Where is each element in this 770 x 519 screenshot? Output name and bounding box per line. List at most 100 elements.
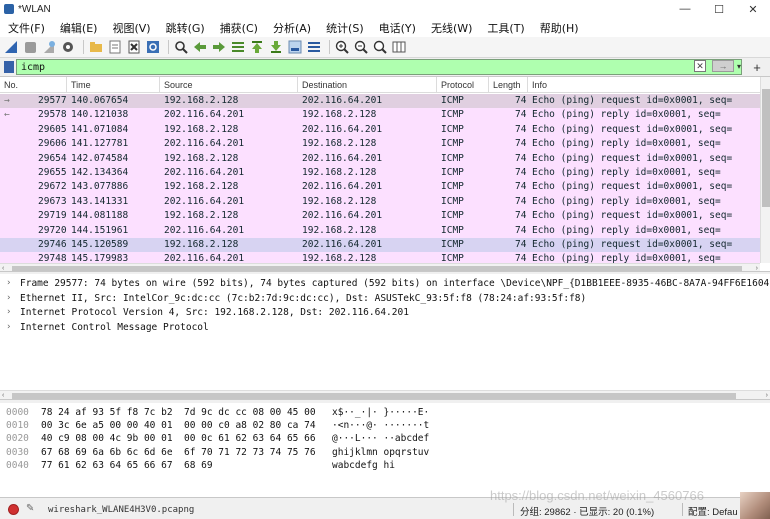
expand-arrow-icon[interactable]: › <box>6 322 11 332</box>
table-row[interactable]: ← 29578 140.121038 202.116.64.201 192.168.2.… <box>0 108 760 123</box>
save-file-icon[interactable] <box>107 39 123 55</box>
scroll-right-icon[interactable]: › <box>766 392 768 399</box>
details-hscrollbar[interactable]: ‹ › <box>0 390 770 399</box>
scroll-thumb[interactable] <box>12 393 736 399</box>
forward-arrow-icon[interactable] <box>211 39 227 55</box>
cell-len: 74 <box>515 138 527 150</box>
table-row[interactable]: 29719 144.081188 192.168.2.128 202.116.64.2… <box>0 209 760 224</box>
menu-wireless[interactable]: 无线(W) <box>427 20 476 36</box>
menu-tools[interactable]: 工具(T) <box>483 20 528 36</box>
menu-statistics[interactable]: 统计(S) <box>322 20 368 36</box>
first-packet-icon[interactable] <box>249 39 265 55</box>
zoom-reset-icon[interactable] <box>372 39 388 55</box>
colorize-icon[interactable] <box>306 39 322 55</box>
bytes-row[interactable]: 0000 78 24 af 93 5f f8 7c b2 7d 9c dc cc… <box>0 406 770 419</box>
cell-no: 29672 <box>38 181 67 193</box>
back-arrow-icon[interactable] <box>192 39 208 55</box>
cell-no: 29577 <box>38 95 67 106</box>
col-source[interactable]: Source <box>164 80 193 90</box>
cell-info: Echo (ping) reply id=0x0001, seq= <box>532 224 721 236</box>
cell-info: Echo (ping) request id=0x0001, seq= <box>532 152 733 164</box>
menu-bar: 文件(F) 编辑(E) 视图(V) 跳转(G) 捕获(C) 分析(A) 统计(S… <box>0 18 770 37</box>
clear-filter-icon[interactable]: ✕ <box>694 60 706 72</box>
table-row[interactable]: 29655 142.134364 202.116.64.201 192.168.2.1… <box>0 166 760 181</box>
goto-icon[interactable] <box>230 39 246 55</box>
table-row[interactable]: 29654 142.074584 192.168.2.128 202.116.64.2… <box>0 151 760 166</box>
packet-list-hscrollbar[interactable]: ‹ › <box>0 263 760 271</box>
detail-frame[interactable]: › Frame 29577: 74 bytes on wire (592 bit… <box>0 277 770 292</box>
scroll-thumb[interactable] <box>762 89 770 207</box>
col-info[interactable]: Info <box>532 80 547 90</box>
menu-view[interactable]: 视图(V) <box>108 20 154 36</box>
cell-info: Echo (ping) request id=0x0001, seq= <box>532 239 733 250</box>
bytes-row[interactable]: 0020 40 c9 08 00 4c 9b 00 01 00 0c 61 62… <box>0 432 770 445</box>
col-length[interactable]: Length <box>493 80 521 90</box>
packet-list[interactable]: No. Time Source Destination Protocol Len… <box>0 76 770 272</box>
autoscroll-icon[interactable] <box>287 39 303 55</box>
options-gear-icon[interactable] <box>60 39 76 55</box>
table-row[interactable]: 29720 144.151961 202.116.64.201 192.168.2.1… <box>0 223 760 238</box>
col-protocol[interactable]: Protocol <box>441 80 474 90</box>
table-row[interactable]: → 29577 140.067654 192.168.2.128 202.116.64.… <box>0 94 760 109</box>
detail-ipv4[interactable]: › Internet Protocol Version 4, Src: 192.… <box>0 306 770 321</box>
minimize-button[interactable]: — <box>668 0 702 18</box>
capture-status-icon[interactable] <box>8 504 19 515</box>
filter-history-dropdown[interactable]: ▾ <box>734 60 744 72</box>
table-row[interactable]: 29606 141.127781 202.116.64.201 192.168.2.1… <box>0 137 760 152</box>
shark-fin-icon[interactable] <box>3 39 19 55</box>
restart-icon[interactable] <box>41 39 57 55</box>
add-filter-button[interactable]: + <box>750 59 764 75</box>
scroll-left-icon[interactable]: ‹ <box>2 265 4 271</box>
cell-proto: ICMP <box>441 210 464 222</box>
menu-capture[interactable]: 捕获(C) <box>216 20 262 36</box>
open-folder-icon[interactable] <box>88 39 104 55</box>
edit-comment-icon[interactable]: ✎ <box>26 503 37 516</box>
stop-icon[interactable] <box>22 39 38 55</box>
cell-no: 29605 <box>38 123 67 135</box>
menu-telephony[interactable]: 电话(Y) <box>375 20 420 36</box>
bookmark-icon[interactable] <box>4 61 14 73</box>
menu-analyze[interactable]: 分析(A) <box>269 20 315 36</box>
toolbar-separator <box>83 40 84 54</box>
packet-list-vscrollbar[interactable] <box>760 77 770 263</box>
maximize-button[interactable]: ☐ <box>702 0 736 18</box>
expand-arrow-icon[interactable]: › <box>6 293 11 303</box>
scroll-left-icon[interactable]: ‹ <box>2 392 4 399</box>
table-row[interactable]: 29672 143.077886 192.168.2.128 202.116.64.2… <box>0 180 760 195</box>
scroll-right-icon[interactable]: › <box>756 265 758 271</box>
apply-filter-button[interactable]: → <box>712 60 734 72</box>
table-row[interactable]: 29746 145.120589 192.168.2.128 202.116.64.2… <box>0 238 760 253</box>
detail-icmp[interactable]: › Internet Control Message Protocol <box>0 321 770 336</box>
packet-bytes[interactable]: 0000 78 24 af 93 5f f8 7c b2 7d 9c dc cc… <box>0 403 770 498</box>
col-time[interactable]: Time <box>71 80 91 90</box>
expand-arrow-icon[interactable]: › <box>6 307 11 317</box>
profile-label[interactable]: 配置: Defau <box>688 504 738 518</box>
zoom-out-icon[interactable] <box>353 39 369 55</box>
resize-columns-icon[interactable] <box>391 39 407 55</box>
zoom-in-icon[interactable] <box>334 39 350 55</box>
table-row[interactable]: 29605 141.071084 192.168.2.128 202.116.64.2… <box>0 122 760 138</box>
close-file-icon[interactable] <box>126 39 142 55</box>
table-row[interactable]: 29673 143.141331 202.116.64.201 192.168.2.1… <box>0 194 760 210</box>
find-icon[interactable] <box>173 39 189 55</box>
detail-ethernet[interactable]: › Ethernet II, Src: IntelCor_9c:dc:cc (7… <box>0 292 770 307</box>
reload-icon[interactable] <box>145 39 161 55</box>
menu-go[interactable]: 跳转(G) <box>162 20 209 36</box>
close-button[interactable]: ✕ <box>736 0 770 18</box>
cell-src: 202.116.64.201 <box>164 138 245 150</box>
bytes-row[interactable]: 0040 77 61 62 63 64 65 66 67 68 69 wabcd… <box>0 459 770 472</box>
cell-no: 29578 <box>38 109 67 121</box>
menu-file[interactable]: 文件(F) <box>4 20 49 36</box>
menu-edit[interactable]: 编辑(E) <box>56 20 102 36</box>
packet-details[interactable]: › Frame 29577: 74 bytes on wire (592 bit… <box>0 274 770 400</box>
display-filter-input[interactable]: icmp <box>16 59 742 75</box>
bytes-row[interactable]: 0030 67 68 69 6a 6b 6c 6d 6e 6f 70 71 72… <box>0 446 770 459</box>
col-destination[interactable]: Destination <box>302 80 347 90</box>
capture-file-name: wireshark_WLANE4H3V0.pcapng <box>48 505 195 515</box>
expand-arrow-icon[interactable]: › <box>6 278 11 288</box>
bytes-row[interactable]: 0010 00 3c 6e a5 00 00 40 01 00 00 c0 a8… <box>0 419 770 432</box>
last-packet-icon[interactable] <box>268 39 284 55</box>
col-no[interactable]: No. <box>4 80 18 90</box>
scroll-thumb[interactable] <box>12 266 742 271</box>
menu-help[interactable]: 帮助(H) <box>536 20 583 36</box>
